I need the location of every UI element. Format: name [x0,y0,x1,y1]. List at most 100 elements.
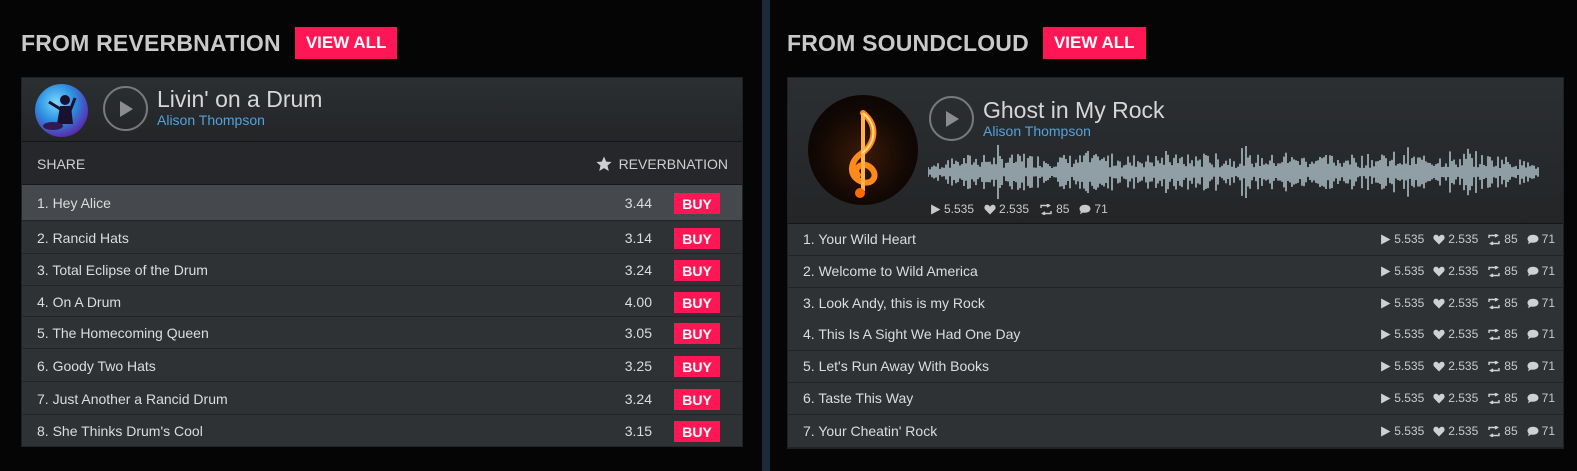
track-row[interactable]: 6. Goody Two Hats 3.25 BUY [22,349,742,382]
buy-button[interactable]: BUY [674,421,720,442]
comments-count: 71 [1541,391,1555,405]
track-row[interactable]: 4. On A Drum 4.00 BUY [22,286,742,317]
track-row[interactable]: 4. This Is A Sight We Had One Day 5.535 2.… [788,319,1563,351]
track-name[interactable]: 5. Let's Run Away With Books [803,358,989,374]
star-icon [595,156,612,171]
track-name[interactable]: 4. This Is A Sight We Had One Day [803,326,1020,342]
comments-stat: 71 [1527,424,1555,438]
reposts-count: 85 [1056,202,1070,216]
soundcloud-card: Ghost in My Rock Alison Thompson 5.535 2… [787,77,1564,449]
track-name[interactable]: 3. Total Eclipse of the Drum [37,262,208,278]
track-price: 3.24 [624,391,652,407]
reposts-stat: 85 [1487,391,1518,405]
track-name[interactable]: 5. The Homecoming Queen [37,325,209,341]
repost-icon [1040,203,1052,215]
play-button[interactable] [929,96,974,141]
likes-count: 2.535 [1448,327,1479,341]
comments-stat: 71 [1079,202,1108,216]
buy-button[interactable]: BUY [674,228,720,249]
track-stats: 5.535 2.535 85 71 [1380,327,1555,341]
track-name[interactable]: 3. Look Andy, this is my Rock [803,295,985,311]
player-header: Livin' on a Drum Alison Thompson [22,78,742,142]
comments-count: 71 [1541,264,1555,278]
artist-avatar[interactable] [35,84,88,137]
track-name[interactable]: 1. Hey Alice [37,195,111,211]
reverbnation-link[interactable]: REVERBNATION [595,156,728,172]
plays-count: 5.535 [1394,359,1425,373]
heart-icon [1433,361,1445,371]
play-button[interactable] [103,86,148,131]
reposts-stat: 85 [1487,327,1518,341]
reverbnation-card: Livin' on a Drum Alison Thompson SHARE R… [21,77,743,447]
track-name[interactable]: 7. Just Another a Rancid Drum [37,391,228,407]
view-all-button[interactable]: VIEW ALL [1042,27,1146,59]
track-price: 3.44 [624,195,652,211]
buy-button[interactable]: BUY [674,292,720,313]
track-name[interactable]: 6. Taste This Way [803,390,913,406]
track-name[interactable]: 2. Welcome to Wild America [803,263,978,279]
track-row[interactable]: 3. Total Eclipse of the Drum 3.24 BUY [22,254,742,286]
soundcloud-panel: FROM SOUNDCLOUD VIEW ALL Ghost in My Roc… [770,0,1577,471]
artist-link[interactable]: Alison Thompson [983,123,1091,139]
track-name[interactable]: 8. She Thinks Drum's Cool [37,423,203,439]
likes-count: 2.535 [1448,296,1479,310]
reposts-stat: 85 [1487,359,1518,373]
track-title: Livin' on a Drum [157,86,323,112]
track-price: 3.05 [624,325,652,341]
likes-count: 2.535 [1448,359,1479,373]
likes-count: 2.535 [1448,391,1479,405]
play-count-icon [931,204,941,214]
likes-count: 2.535 [1448,424,1479,438]
comment-icon [1527,361,1539,371]
buy-button[interactable]: BUY [674,193,720,214]
reverbnation-label: REVERBNATION [618,156,728,172]
track-name[interactable]: 6. Goody Two Hats [37,358,156,374]
track-price: 4.00 [624,294,652,310]
play-icon [945,110,959,127]
track-title: Ghost in My Rock [983,97,1165,123]
likes-stat: 2.535 [1433,232,1478,246]
comments-stat: 71 [1527,232,1555,246]
comments-count: 71 [1541,359,1555,373]
reposts-count: 85 [1504,296,1518,310]
album-art[interactable] [808,95,918,205]
track-row[interactable]: 6. Taste This Way 5.535 2.535 85 71 [788,383,1563,415]
track-name[interactable]: 2. Rancid Hats [37,230,129,246]
buy-button[interactable]: BUY [674,323,720,344]
share-button[interactable]: SHARE [37,156,85,172]
buy-button[interactable]: BUY [674,389,720,410]
reposts-stat: 85 [1487,232,1518,246]
reposts-count: 85 [1504,327,1518,341]
comment-icon [1079,204,1091,214]
plays-stat: 5.535 [1380,327,1424,341]
plays-stat: 5.535 [930,202,974,216]
buy-button[interactable]: BUY [674,260,720,281]
track-row[interactable]: 3. Look Andy, this is my Rock 5.535 2.535 8… [788,288,1563,320]
buy-button[interactable]: BUY [674,356,720,377]
track-row[interactable]: 2. Rancid Hats 3.14 BUY [22,222,742,254]
track-name[interactable]: 4. On A Drum [37,294,121,310]
play-count-icon [1381,361,1391,371]
reposts-stat: 85 [1487,424,1518,438]
artist-link[interactable]: Alison Thompson [157,112,265,128]
track-row[interactable]: 5. Let's Run Away With Books 5.535 2.535 85… [788,351,1563,383]
track-row[interactable]: 7. Your Cheatin' Rock 5.535 2.535 85 71 [788,416,1563,448]
likes-stat: 2.535 [1433,391,1478,405]
comments-stat: 71 [1527,264,1555,278]
plays-stat: 5.535 [1380,359,1424,373]
play-count-icon [1381,393,1391,403]
view-all-button[interactable]: VIEW ALL [294,27,398,59]
track-row[interactable]: 1. Your Wild Heart 5.535 2.535 85 71 [788,224,1563,256]
heart-icon [1433,298,1445,308]
track-name[interactable]: 7. Your Cheatin' Rock [803,423,937,439]
track-row[interactable]: 1. Hey Alice 3.44 BUY [22,185,742,221]
comments-stat: 71 [1527,296,1555,310]
waveform[interactable] [928,142,1540,202]
track-row[interactable]: 8. She Thinks Drum's Cool 3.15 BUY [22,415,742,447]
track-row[interactable]: 5. The Homecoming Queen 3.05 BUY [22,317,742,349]
plays-stat: 5.535 [1380,264,1424,278]
track-row[interactable]: 2. Welcome to Wild America 5.535 2.535 85 71 [788,256,1563,288]
track-row[interactable]: 7. Just Another a Rancid Drum 3.24 BUY [22,382,742,415]
track-name[interactable]: 1. Your Wild Heart [803,231,916,247]
reposts-count: 85 [1504,391,1518,405]
